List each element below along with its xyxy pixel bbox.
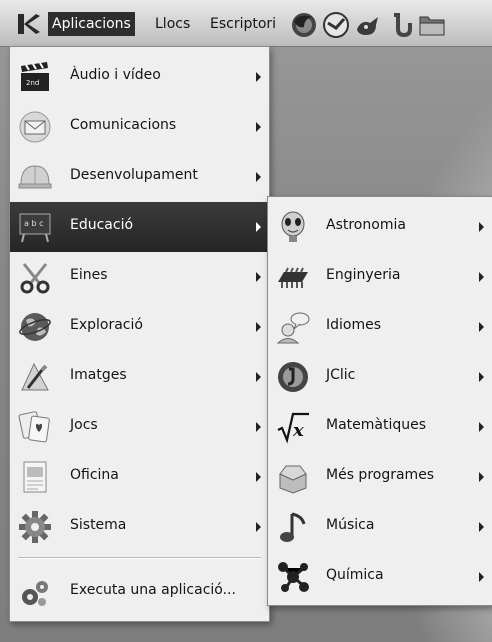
- submenu-item-label: Més programes: [326, 467, 435, 483]
- educacio-submenu: Astronomia Enginyeria Idiomes JClic x Ma…: [267, 196, 492, 606]
- menu-item-run-application[interactable]: Executa una aplicació...: [10, 567, 269, 617]
- clapperboard-icon: 2nd: [21, 62, 49, 91]
- globe-icon: [19, 313, 51, 341]
- menu-item-jocs[interactable]: Jocs: [10, 402, 269, 452]
- menu-item-comunicacions[interactable]: Comunicacions: [10, 102, 269, 152]
- submenu-arrow-icon: [479, 372, 484, 382]
- menu-item-label: Educació: [70, 217, 134, 233]
- document-icon: [23, 461, 47, 493]
- svg-text:2nd: 2nd: [26, 79, 39, 87]
- submenu-item-label: Enginyeria: [326, 267, 401, 283]
- menu-item-exploracio[interactable]: Exploració: [10, 302, 269, 352]
- chalkboard-icon: a b c: [19, 213, 51, 243]
- submenu-arrow-icon: [256, 272, 261, 282]
- submenu-arrow-icon: [479, 422, 484, 432]
- box-icon: [279, 465, 307, 494]
- menu-item-oficina[interactable]: Oficina: [10, 452, 269, 502]
- menu-item-label: Àudio i vídeo: [70, 67, 161, 83]
- submenu-arrow-icon: [479, 522, 484, 532]
- submenu-arrow-icon: [256, 522, 261, 532]
- submenu-arrow-icon: [479, 472, 484, 482]
- submenu-item-mes-programes[interactable]: Més programes: [268, 452, 492, 502]
- submenu-arrow-icon: [479, 272, 484, 282]
- menu-item-label: Comunicacions: [70, 117, 177, 133]
- submenu-arrow-icon: [256, 422, 261, 432]
- submenu-arrow-icon: [256, 72, 261, 82]
- menu-item-label: Exploració: [70, 317, 143, 333]
- top-panel: Aplicacions Llocs Escriptori: [0, 0, 492, 47]
- hardhat-icon: [18, 165, 52, 189]
- envelope-icon: [19, 111, 51, 143]
- playing-cards-icon: [18, 411, 50, 443]
- chip-icon: [278, 267, 308, 288]
- menu-item-label: Jocs: [70, 417, 98, 433]
- molecule-icon: [278, 562, 309, 592]
- menu-escriptori[interactable]: Escriptori: [210, 12, 276, 36]
- submenu-arrow-icon: [256, 372, 261, 382]
- submenu-item-matematiques[interactable]: x Matemàtiques: [268, 402, 492, 452]
- submenu-arrow-icon: [256, 222, 261, 232]
- paintbrush-icon: [21, 362, 49, 391]
- gears-run-icon: [22, 581, 48, 606]
- speech-person-icon: [276, 312, 310, 344]
- submenu-arrow-icon: [256, 472, 261, 482]
- applications-menu: 2nd Àudio i vídeo Comunicacions Desenvol…: [9, 46, 270, 622]
- menu-item-label: Sistema: [70, 517, 127, 533]
- submenu-arrow-icon: [479, 572, 484, 582]
- submenu-item-jclic[interactable]: JClic: [268, 352, 492, 402]
- jclic-icon: [278, 362, 308, 392]
- menu-separator: [18, 557, 261, 559]
- folder-icon[interactable]: [418, 11, 446, 39]
- menu-llocs[interactable]: Llocs: [155, 12, 190, 36]
- submenu-item-label: JClic: [326, 367, 356, 383]
- submenu-item-label: Idiomes: [326, 317, 382, 333]
- menu-item-audio-video[interactable]: 2nd Àudio i vídeo: [10, 52, 269, 102]
- menu-aplicacions[interactable]: Aplicacions: [48, 12, 135, 36]
- menu-item-eines[interactable]: Eines: [10, 252, 269, 302]
- sqrt-icon: x: [277, 412, 309, 444]
- submenu-item-astronomia[interactable]: Astronomia: [268, 202, 492, 252]
- submenu-item-musica[interactable]: Música: [268, 502, 492, 552]
- kubuntu-logo-icon[interactable]: [14, 12, 42, 36]
- firefox-icon[interactable]: [290, 11, 318, 39]
- jclic-launcher-icon[interactable]: [386, 11, 414, 39]
- alien-icon: [281, 211, 305, 242]
- menu-item-label: Desenvolupament: [70, 167, 198, 183]
- submenu-item-quimica[interactable]: Química: [268, 552, 492, 602]
- gimp-icon[interactable]: [354, 11, 382, 39]
- submenu-arrow-icon: [256, 122, 261, 132]
- svg-text:x: x: [292, 420, 304, 441]
- submenu-arrow-icon: [256, 172, 261, 182]
- music-note-icon: [280, 512, 306, 542]
- submenu-item-idiomes[interactable]: Idiomes: [268, 302, 492, 352]
- submenu-arrow-icon: [256, 322, 261, 332]
- submenu-item-label: Música: [326, 517, 375, 533]
- submenu-item-label: Matemàtiques: [326, 417, 427, 433]
- submenu-arrow-icon: [479, 322, 484, 332]
- gear-icon: [19, 511, 51, 543]
- submenu-item-enginyeria[interactable]: Enginyeria: [268, 252, 492, 302]
- submenu-item-label: Astronomia: [326, 217, 406, 233]
- menu-item-desenvolupament[interactable]: Desenvolupament: [10, 152, 269, 202]
- svg-text:a b c: a b c: [24, 219, 43, 228]
- menu-item-label: Eines: [70, 267, 108, 283]
- scissors-icon: [20, 263, 50, 294]
- menu-item-sistema[interactable]: Sistema: [10, 502, 269, 552]
- submenu-arrow-icon: [479, 222, 484, 232]
- menu-item-label: Oficina: [70, 467, 119, 483]
- submenu-item-label: Química: [326, 567, 384, 583]
- menu-item-educacio[interactable]: a b c Educació: [10, 202, 269, 252]
- thunderbird-icon[interactable]: [322, 11, 350, 39]
- menu-item-label: Imatges: [70, 367, 127, 383]
- menu-item-imatges[interactable]: Imatges: [10, 352, 269, 402]
- run-application-label: Executa una aplicació...: [70, 582, 236, 598]
